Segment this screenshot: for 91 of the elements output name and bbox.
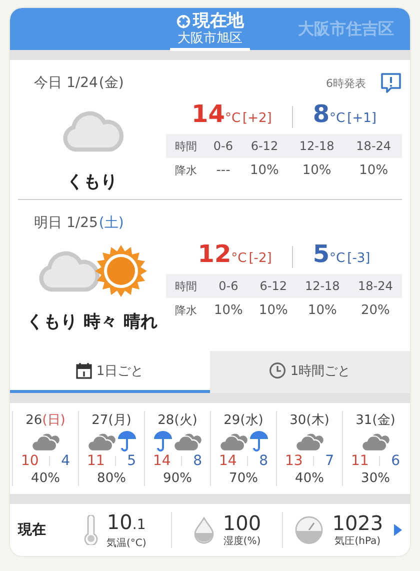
rain-chance: 10%: [240, 158, 288, 182]
row-label: 降水: [166, 158, 206, 182]
weekday-label: (月): [108, 413, 132, 428]
hour-heading: 12-18: [288, 134, 346, 158]
gauge-icon: [294, 515, 324, 545]
clock-icon: [269, 362, 286, 379]
high-temperature: 14: [219, 453, 237, 469]
rain-chance: 70%: [229, 471, 258, 486]
view-tab[interactable]: 1時間ごと: [210, 351, 410, 393]
temperature-difference: [-3]: [347, 251, 370, 266]
rain-chance: 10%: [296, 298, 349, 322]
day-date: 29: [224, 413, 240, 428]
issued-time: 6時発表: [326, 76, 366, 90]
hour-heading: 6-12: [240, 134, 288, 158]
day-date: 27: [92, 413, 108, 428]
row-label: 降水: [166, 298, 206, 322]
rain-chance: 10%: [345, 158, 402, 182]
reading-label: 気温(°C): [106, 536, 146, 550]
rain-chance: 10%: [250, 298, 296, 322]
rain-chance: ---: [206, 158, 240, 182]
current-label: 現在: [18, 521, 47, 539]
temperature-unit: °C: [231, 251, 247, 266]
row-label: 時間: [166, 274, 206, 298]
rain-chance: 80%: [97, 471, 126, 486]
temperature-difference: [+1]: [347, 111, 376, 126]
weekday-label: (木): [306, 413, 330, 428]
temperature-difference: [+2]: [242, 111, 272, 126]
rain-chance: 10%: [206, 298, 251, 322]
rain-chance: 20%: [348, 298, 402, 322]
high-temperature: 10: [21, 453, 39, 469]
temperature-unit: °C: [330, 251, 346, 266]
forecast-date: 今日 1/24: [34, 74, 98, 92]
low-temperature: 8: [193, 453, 202, 469]
umbrella-icon: [152, 430, 172, 452]
sun-icon: [93, 243, 149, 299]
hour-heading: 0-6: [206, 274, 251, 298]
low-temperature: 4: [61, 453, 70, 469]
weekday-label: (日): [42, 413, 66, 428]
day-date: 26: [26, 413, 42, 428]
low-temperature: 7: [325, 453, 334, 469]
temperature-difference: [-2]: [248, 251, 272, 266]
weekday-label: (金): [98, 74, 124, 92]
low-temperature: 6: [391, 453, 400, 469]
day-date: 31: [356, 413, 372, 428]
high-temperature: 12: [198, 240, 232, 268]
hour-heading: 18-24: [348, 274, 402, 298]
low-temperature: 8: [259, 453, 268, 469]
hour-heading: 0-6: [206, 134, 240, 158]
location-name: 現在地: [193, 12, 244, 31]
weekday-label: (土): [98, 214, 124, 232]
weather-text: くもり 時々 晴れ: [26, 311, 158, 333]
hour-heading: 12-18: [296, 274, 349, 298]
reading-label: 気圧(hPa): [334, 535, 381, 548]
high-temperature: 11: [351, 453, 369, 469]
high-temperature: 14: [192, 100, 225, 128]
calendar-icon: [76, 362, 92, 379]
forecast-date: 明日 1/25: [34, 214, 98, 232]
hour-heading: 18-24: [345, 134, 402, 158]
umbrella-icon: [116, 430, 136, 452]
weekday-label: (水): [240, 413, 264, 428]
rain-chance: 10%: [288, 158, 346, 182]
weather-text: くもり: [66, 171, 118, 193]
high-temperature: 14: [153, 453, 171, 469]
thermometer-icon: [84, 515, 98, 545]
weekday-label: (金): [372, 413, 396, 428]
next-arrow-icon[interactable]: [394, 524, 402, 536]
temperature-unit: °C: [224, 111, 241, 126]
umbrella-icon: [248, 430, 268, 452]
rain-chance: 40%: [295, 471, 324, 486]
low-temperature: 5: [127, 453, 136, 469]
reading-value: 100: [222, 512, 262, 534]
location-area: 大阪市旭区: [178, 31, 242, 47]
hour-heading: 6-12: [250, 274, 296, 298]
low-temperature: 8: [312, 100, 330, 128]
reading-label: 湿度(%): [223, 534, 261, 548]
rain-chance: 30%: [361, 471, 390, 486]
reading-value: 10.1: [106, 510, 146, 536]
day-date: 30: [290, 413, 306, 428]
rain-chance: 40%: [31, 471, 60, 486]
low-temperature: 5: [312, 240, 330, 268]
alert-icon[interactable]: [380, 72, 402, 94]
row-label: 時間: [166, 134, 206, 158]
drop-icon: [192, 516, 215, 544]
high-temperature: 13: [285, 453, 303, 469]
day-date: 28: [158, 413, 174, 428]
high-temperature: 11: [87, 453, 105, 469]
weekday-label: (火): [174, 413, 198, 428]
rain-chance: 90%: [163, 471, 192, 486]
reading-value: 1023: [332, 512, 384, 534]
location-icon: [176, 14, 191, 29]
temperature-unit: °C: [330, 111, 346, 126]
